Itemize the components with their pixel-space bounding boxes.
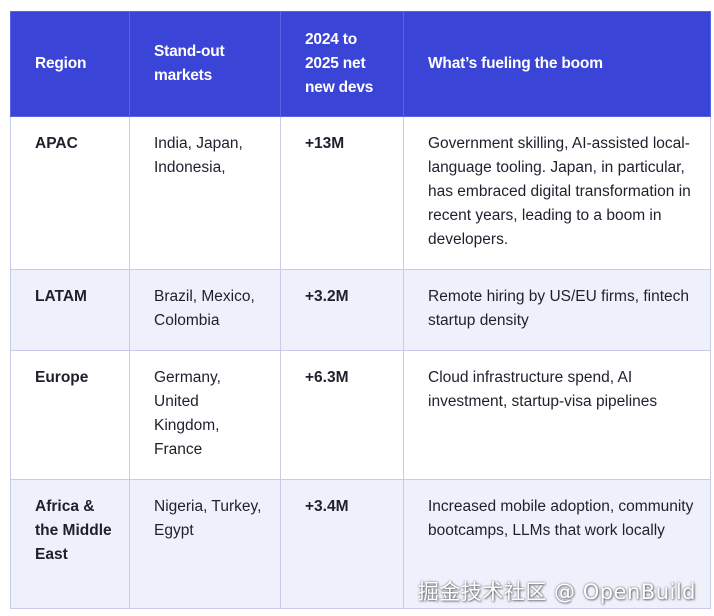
cell-growth: +3.2M bbox=[280, 269, 404, 351]
cell-drivers: Remote hiring by US/EU firms, fintech st… bbox=[403, 269, 711, 351]
cell-markets: India, Japan, Indonesia, bbox=[129, 116, 281, 270]
cell-drivers: Cloud infrastructure spend, AI investmen… bbox=[403, 350, 711, 480]
regional-developer-growth-table: Region Stand-out markets 2024 to 2025 ne… bbox=[10, 11, 711, 609]
data-table-container: Region Stand-out markets 2024 to 2025 ne… bbox=[10, 11, 711, 609]
table-row: LATAM Brazil, Mexico, Colombia +3.2M Rem… bbox=[10, 269, 711, 351]
cell-region: Europe bbox=[10, 350, 130, 480]
table-header-row: Region Stand-out markets 2024 to 2025 ne… bbox=[10, 11, 711, 117]
cell-growth: +3.4M bbox=[280, 479, 404, 609]
header-region: Region bbox=[10, 11, 130, 117]
cell-growth: +6.3M bbox=[280, 350, 404, 480]
watermark-text: 掘金技术社区 @ OpenBuild bbox=[417, 580, 696, 604]
cell-markets: Brazil, Mexico, Colombia bbox=[129, 269, 281, 351]
cell-growth: +13M bbox=[280, 116, 404, 270]
table-row: APAC India, Japan, Indonesia, +13M Gover… bbox=[10, 116, 711, 270]
cell-region: LATAM bbox=[10, 269, 130, 351]
cell-region: APAC bbox=[10, 116, 130, 270]
cell-region: Africa & the Middle East bbox=[10, 479, 130, 609]
cell-markets: Germany, United Kingdom, France bbox=[129, 350, 281, 480]
cell-markets: Nigeria, Turkey, Egypt bbox=[129, 479, 281, 609]
header-drivers: What’s fueling the boom bbox=[403, 11, 711, 117]
header-stand-out-markets: Stand-out markets bbox=[129, 11, 281, 117]
table-row: Europe Germany, United Kingdom, France +… bbox=[10, 350, 711, 480]
cell-drivers: Government skilling, AI-assisted local-l… bbox=[403, 116, 711, 270]
header-net-new-devs: 2024 to 2025 net new devs bbox=[280, 11, 404, 117]
